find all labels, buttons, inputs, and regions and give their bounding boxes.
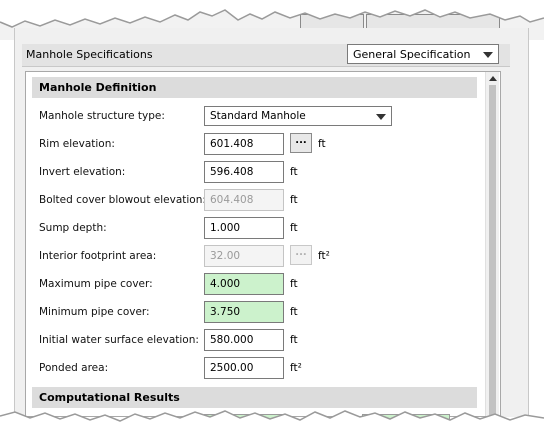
- ponded-area-unit: ft²: [290, 362, 302, 374]
- specification-dropdown[interactable]: General Specification: [347, 44, 499, 64]
- invert-elevation-label: Invert elevation:: [39, 166, 126, 178]
- manhole-definition-label: Manhole Definition: [39, 81, 157, 94]
- sump-depth-input[interactable]: 1.000: [204, 217, 284, 239]
- initial-ws-input[interactable]: 580.000: [204, 329, 284, 351]
- footprint-area-unit: ft²: [318, 250, 330, 262]
- spec-title: Manhole Specifications: [26, 48, 153, 61]
- computational-results-label: Computational Results: [39, 391, 180, 404]
- structure-type-label: Manhole structure type:: [39, 110, 165, 122]
- rim-elevation-input[interactable]: 601.408: [204, 133, 284, 155]
- footprint-area-input: 32.00: [204, 245, 284, 267]
- sump-depth-unit: ft: [290, 222, 298, 234]
- ponded-area-input[interactable]: 2500.00: [204, 357, 284, 379]
- invert-elevation-input[interactable]: 596.408: [204, 161, 284, 183]
- sump-depth-label: Sump depth:: [39, 222, 107, 234]
- initial-ws-label: Initial water surface elevation:: [39, 334, 199, 346]
- bolted-cover-label: Bolted cover blowout elevation:: [39, 194, 206, 206]
- rim-elevation-label: Rim elevation:: [39, 138, 115, 150]
- min-pipe-cover-unit: ft: [290, 306, 298, 318]
- max-pipe-cover-input[interactable]: 4.000: [204, 273, 284, 295]
- footprint-area-browse-button: ...: [290, 245, 312, 265]
- structure-type-select[interactable]: Standard Manhole: [204, 106, 392, 126]
- max-pipe-cover-label: Maximum pipe cover:: [39, 278, 153, 290]
- chevron-down-icon: [483, 52, 493, 58]
- bolted-cover-input: 604.408: [204, 189, 284, 211]
- min-pipe-cover-input[interactable]: 3.750: [204, 301, 284, 323]
- torn-edge-top: [0, 0, 544, 28]
- max-pipe-cover-unit: ft: [290, 278, 298, 290]
- footprint-area-label: Interior footprint area:: [39, 250, 157, 262]
- ponded-area-label: Ponded area:: [39, 362, 109, 374]
- rim-elevation-browse-button[interactable]: ...: [290, 133, 312, 153]
- torn-edge-bottom: [0, 410, 544, 433]
- bolted-cover-unit: ft: [290, 194, 298, 206]
- scrollbar-thumb[interactable]: [489, 85, 496, 415]
- rim-elevation-unit: ft: [318, 138, 326, 150]
- scroll-up-icon[interactable]: [489, 76, 497, 81]
- vertical-scrollbar[interactable]: [485, 72, 499, 416]
- chevron-down-icon: [376, 114, 386, 120]
- specification-dropdown-value: General Specification: [353, 48, 471, 61]
- min-pipe-cover-label: Minimum pipe cover:: [39, 306, 150, 318]
- structure-type-value: Standard Manhole: [210, 110, 306, 122]
- invert-elevation-unit: ft: [290, 166, 298, 178]
- initial-ws-unit: ft: [290, 334, 298, 346]
